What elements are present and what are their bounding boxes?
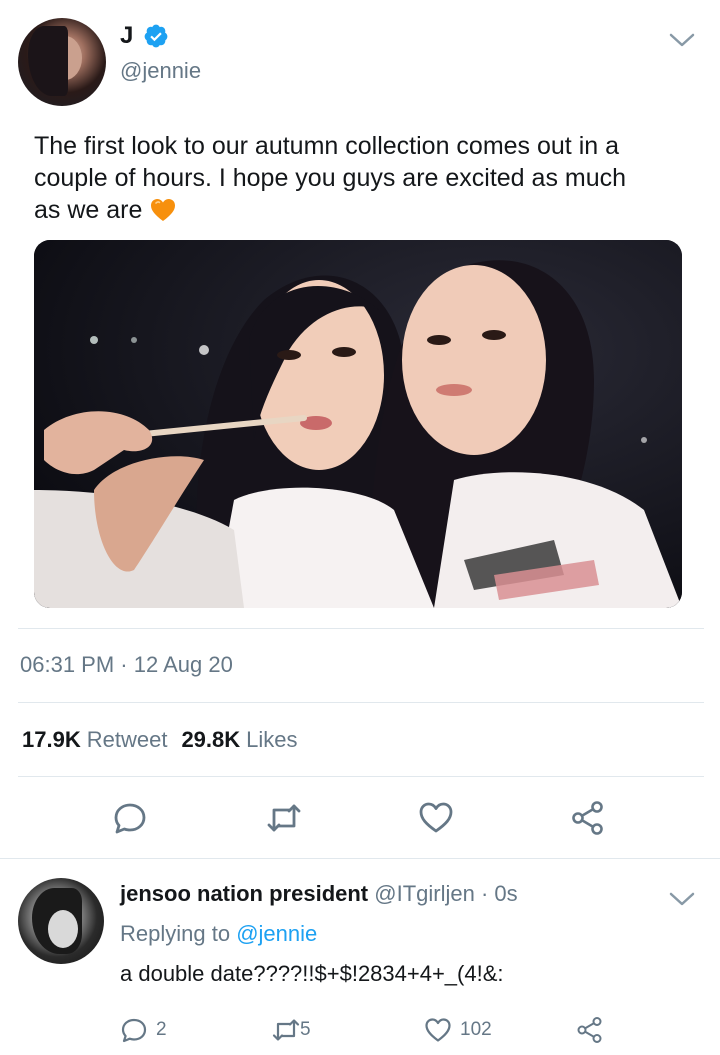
author-name-row: J bbox=[120, 22, 169, 50]
photo-illustration bbox=[34, 240, 682, 608]
likes-stat[interactable]: 29.8K Likes bbox=[181, 727, 297, 753]
heart-icon bbox=[425, 1018, 451, 1042]
reply-reply-count: 2 bbox=[156, 1019, 167, 1040]
share-icon bbox=[572, 801, 603, 835]
verified-badge-icon bbox=[144, 24, 168, 48]
reply-author-avatar[interactable] bbox=[18, 878, 104, 964]
chevron-down-icon[interactable] bbox=[669, 32, 695, 48]
heart-icon bbox=[419, 802, 453, 833]
author-display-name[interactable]: J bbox=[120, 22, 133, 50]
like-count: 29.8K bbox=[181, 727, 241, 752]
divider bbox=[18, 702, 704, 703]
reply-like-count: 102 bbox=[460, 1019, 492, 1040]
tweet-text-body: The first look to our autumn collection … bbox=[34, 132, 627, 224]
divider bbox=[0, 858, 720, 859]
retweet-label: Retweet bbox=[86, 727, 168, 752]
reply-reply-button[interactable]: 2 bbox=[120, 1016, 167, 1044]
retweet-count: 17.9K bbox=[22, 727, 81, 752]
tweet-stats: 17.9K Retweet 29.8K Likes bbox=[22, 727, 298, 753]
reply-handle[interactable]: @ITgirljen bbox=[374, 881, 475, 906]
reply-time: · 0s bbox=[474, 881, 518, 906]
retweet-icon bbox=[272, 1019, 300, 1041]
tweet-timestamp[interactable]: 06:31 PM · 12 Aug 20 bbox=[20, 652, 233, 678]
reply-retweet-button[interactable]: 5 bbox=[272, 1016, 311, 1044]
replying-to: Replying to @jennie bbox=[120, 921, 317, 947]
share-icon bbox=[577, 1017, 602, 1043]
reply-retweet-count: 5 bbox=[300, 1019, 311, 1040]
tweet-text: The first look to our autumn collection … bbox=[34, 130, 654, 226]
reply-icon bbox=[114, 803, 146, 834]
like-label: Likes bbox=[246, 727, 298, 752]
reply-share-button[interactable] bbox=[576, 1016, 604, 1044]
author-handle[interactable]: @jennie bbox=[120, 58, 201, 84]
divider bbox=[18, 776, 704, 777]
retweet-icon bbox=[267, 804, 301, 832]
share-button[interactable] bbox=[568, 798, 608, 838]
reply-text: a double date????!!$+$!2834+4+_(4!&: bbox=[120, 961, 504, 986]
chevron-down-icon[interactable] bbox=[669, 891, 695, 907]
divider bbox=[18, 628, 704, 629]
tweet-photo[interactable] bbox=[34, 240, 682, 608]
reply-icon bbox=[121, 1018, 147, 1043]
retweets-stat[interactable]: 17.9K Retweet bbox=[22, 727, 167, 753]
orange-heart-emoji-icon bbox=[151, 199, 176, 221]
author-avatar[interactable] bbox=[18, 18, 106, 106]
replying-mention-link[interactable]: @jennie bbox=[236, 921, 317, 946]
reply-like-button[interactable]: 102 bbox=[424, 1016, 492, 1044]
reply-button[interactable] bbox=[110, 798, 150, 838]
reply-display-name[interactable]: jensoo nation president bbox=[120, 881, 368, 906]
reply-header: jensoo nation president @ITgirljen · 0s bbox=[120, 881, 518, 907]
like-button[interactable] bbox=[416, 798, 456, 838]
retweet-button[interactable] bbox=[264, 798, 304, 838]
replying-prefix: Replying to bbox=[120, 921, 231, 946]
